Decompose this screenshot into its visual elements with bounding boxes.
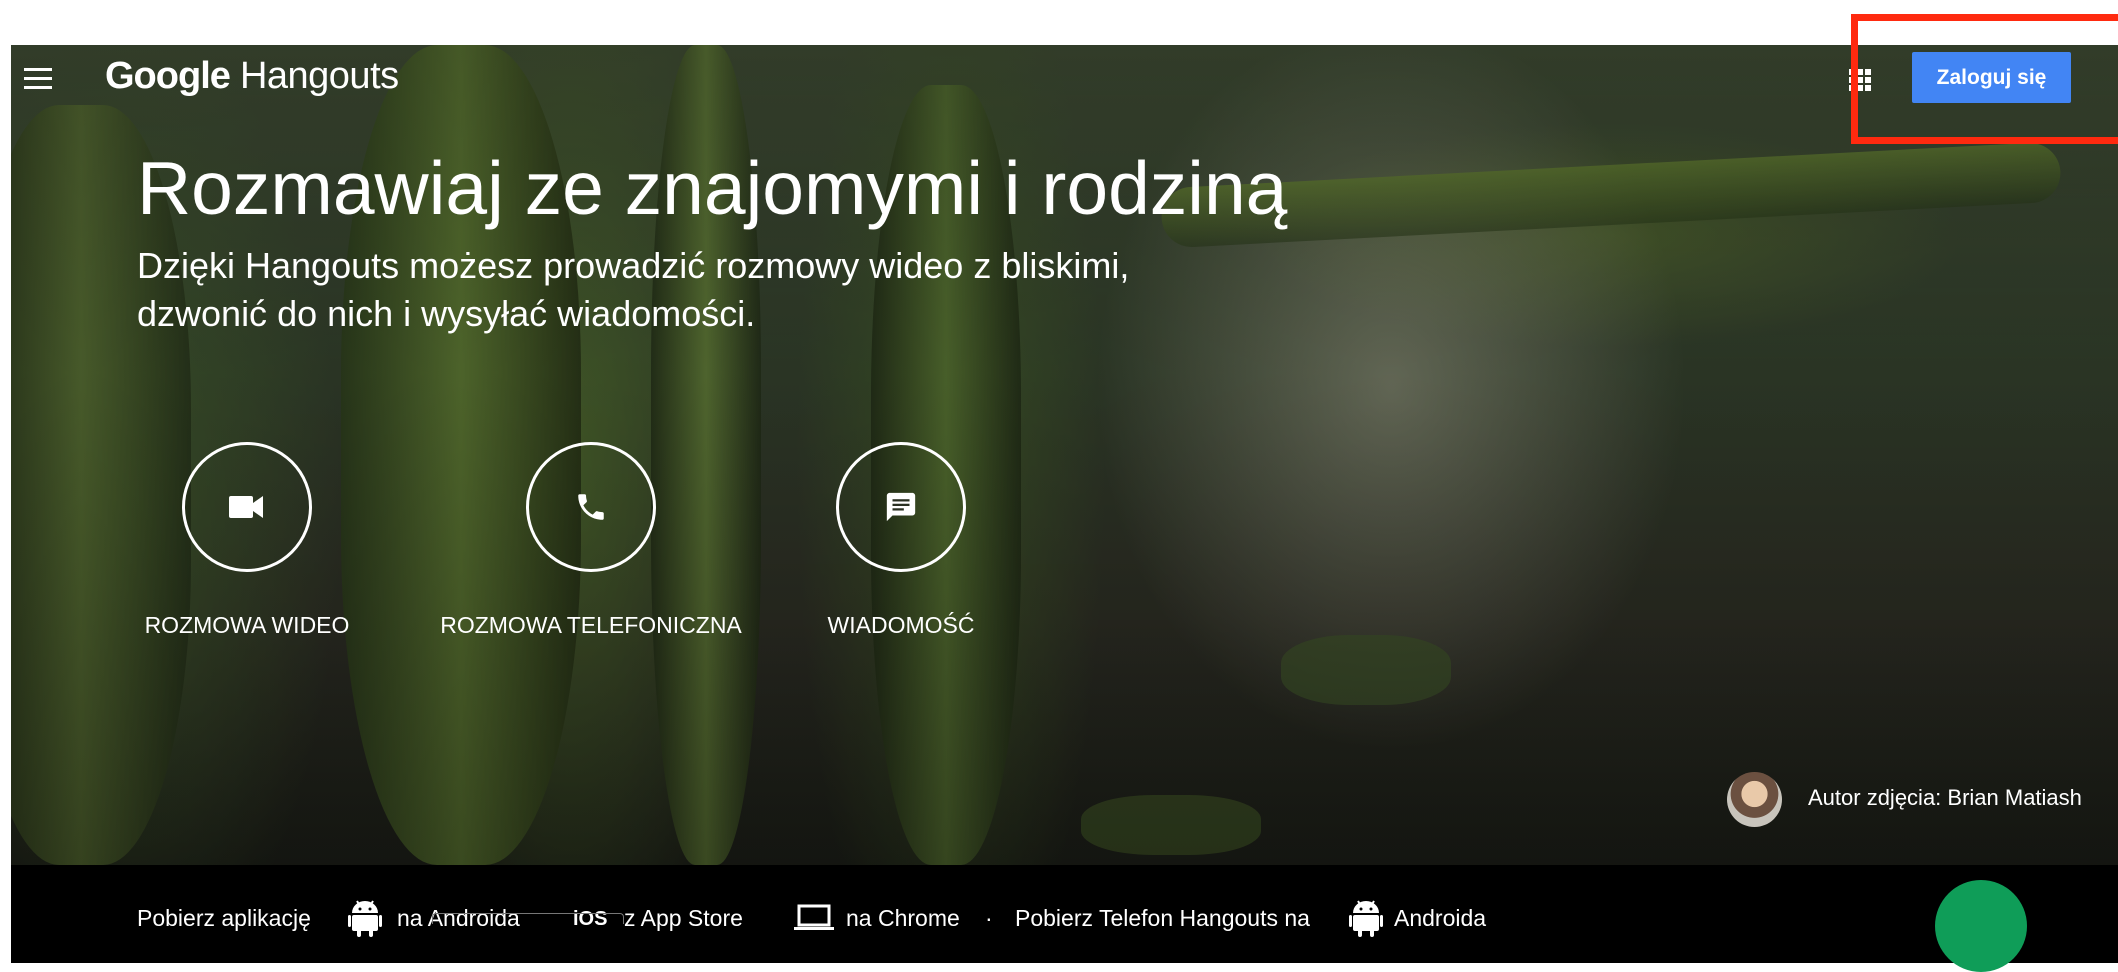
chrome-link[interactable]: na Chrome xyxy=(846,905,960,932)
menu-icon[interactable] xyxy=(22,63,54,95)
hangouts-page: Google Hangouts Zaloguj się Rozmawiaj ze… xyxy=(11,45,2118,963)
dialer-android-link[interactable]: Androida xyxy=(1394,905,1486,932)
google-hangouts-logo[interactable]: Google Hangouts xyxy=(105,55,399,98)
dialer-label: Pobierz Telefon Hangouts na xyxy=(1015,905,1310,931)
android-icon[interactable] xyxy=(348,898,382,938)
message-icon xyxy=(886,492,916,522)
bottom-tab-edge xyxy=(432,913,624,924)
photo-credit[interactable]: Autor zdjęcia: Brian Matiash xyxy=(1808,785,2082,811)
video-call-button[interactable] xyxy=(182,442,312,572)
message-action[interactable]: WIADOMOŚĆ xyxy=(811,442,991,639)
video-call-action[interactable]: ROZMOWA WIDEO xyxy=(137,442,357,639)
message-label: WIADOMOŚĆ xyxy=(827,612,975,638)
laptop-icon[interactable] xyxy=(794,903,834,933)
photographer-avatar[interactable] xyxy=(1727,772,1782,827)
signin-highlight-box xyxy=(1851,14,2118,144)
get-app-label: Pobierz aplikację xyxy=(137,905,311,931)
page-subline: Dzięki Hangouts możesz prowadzić rozmowy… xyxy=(137,242,1337,338)
video-call-label: ROZMOWA WIDEO xyxy=(144,612,350,638)
footer-separator: · xyxy=(985,905,993,931)
logo-google-text: Google xyxy=(105,55,231,97)
phone-icon xyxy=(578,494,604,520)
app-store-link[interactable]: z App Store xyxy=(624,905,743,932)
phone-call-label: ROZMOWA TELEFONICZNA xyxy=(440,612,742,638)
logo-product-text: Hangouts xyxy=(239,55,399,97)
message-button[interactable] xyxy=(836,442,966,572)
videocam-icon xyxy=(229,496,263,518)
footer-bar: Pobierz aplikację na Androida iOS z App … xyxy=(11,865,2118,963)
phone-call-button[interactable] xyxy=(526,442,656,572)
subline-line-2: dzwonić do nich i wysyłać wiadomości. xyxy=(137,293,756,334)
android-icon[interactable] xyxy=(1349,898,1383,938)
page-headline: Rozmawiaj ze znajomymi i rodziną xyxy=(137,146,1288,230)
phone-call-action[interactable]: ROZMOWA TELEFONICZNA xyxy=(426,442,756,639)
floating-action-button[interactable] xyxy=(1935,880,2027,972)
subline-line-1: Dzięki Hangouts możesz prowadzić rozmowy… xyxy=(137,245,1130,286)
